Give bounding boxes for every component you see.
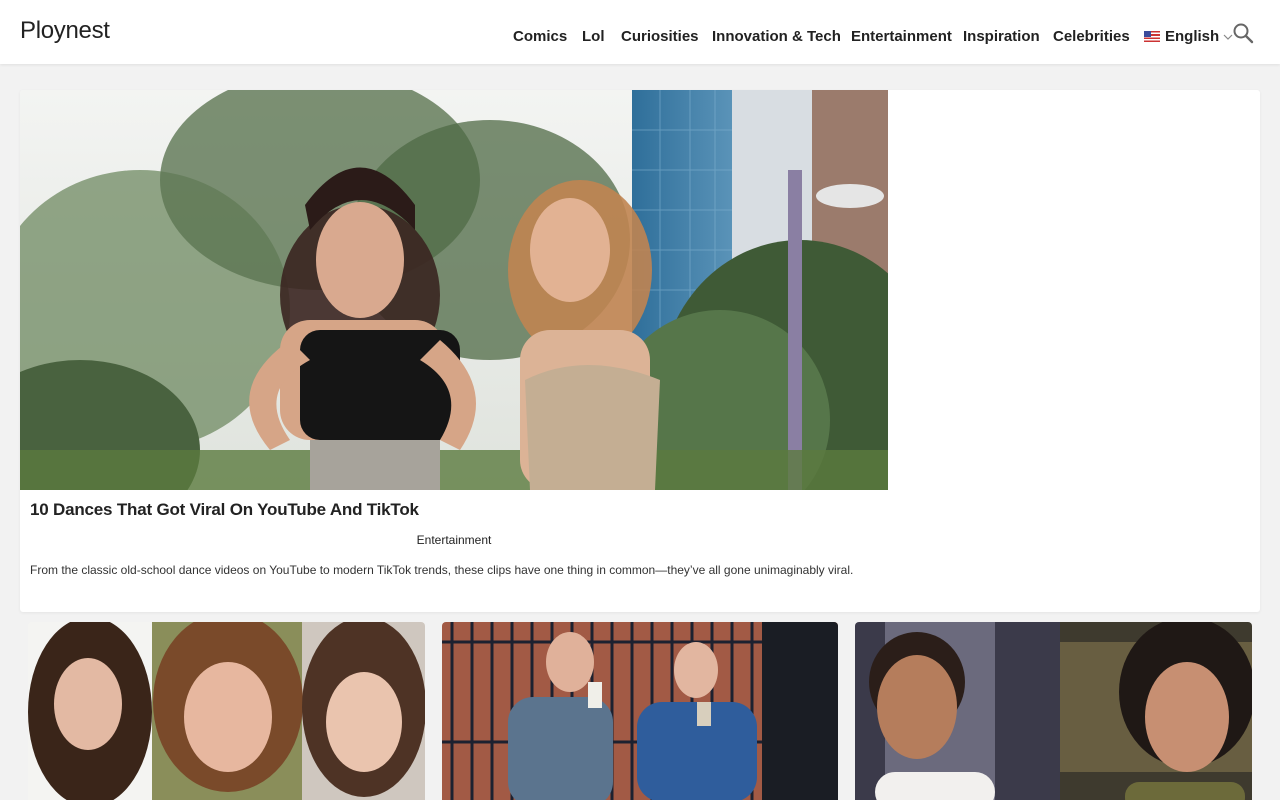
nav-item-innovation-tech[interactable]: Innovation & Tech (712, 28, 841, 45)
thumbnail-image (442, 622, 838, 800)
thumbnail-image (28, 622, 425, 800)
dancers-photo (20, 90, 888, 490)
featured-image[interactable] (20, 90, 888, 490)
nav-item-celebrities[interactable]: Celebrities (1053, 28, 1130, 45)
featured-excerpt: From the classic old-school dance videos… (30, 563, 854, 577)
featured-title[interactable]: 10 Dances That Got Viral On YouTube And … (30, 500, 419, 520)
featured-category[interactable]: Entertainment (20, 533, 888, 547)
site-header: Ploynest Comics Lol Curiosities Innovati… (0, 0, 1280, 64)
language-selector[interactable]: English (1144, 28, 1234, 45)
article-thumbnail-3[interactable] (855, 622, 1252, 800)
nav-item-entertainment[interactable]: Entertainment (851, 28, 952, 45)
article-thumbnail-1[interactable] (28, 622, 425, 800)
nav-item-lol[interactable]: Lol (582, 28, 605, 45)
nav-item-curiosities[interactable]: Curiosities (621, 28, 699, 45)
site-logo[interactable]: Ploynest (20, 17, 110, 45)
featured-article-card: 10 Dances That Got Viral On YouTube And … (20, 90, 1260, 612)
language-label: English (1165, 28, 1220, 45)
nav-item-inspiration[interactable]: Inspiration (963, 28, 1040, 45)
article-thumbnail-2[interactable] (442, 622, 838, 800)
us-flag-icon (1144, 31, 1160, 42)
thumbnail-image (855, 622, 1252, 800)
search-icon[interactable] (1232, 22, 1254, 44)
nav-item-comics[interactable]: Comics (513, 28, 567, 45)
